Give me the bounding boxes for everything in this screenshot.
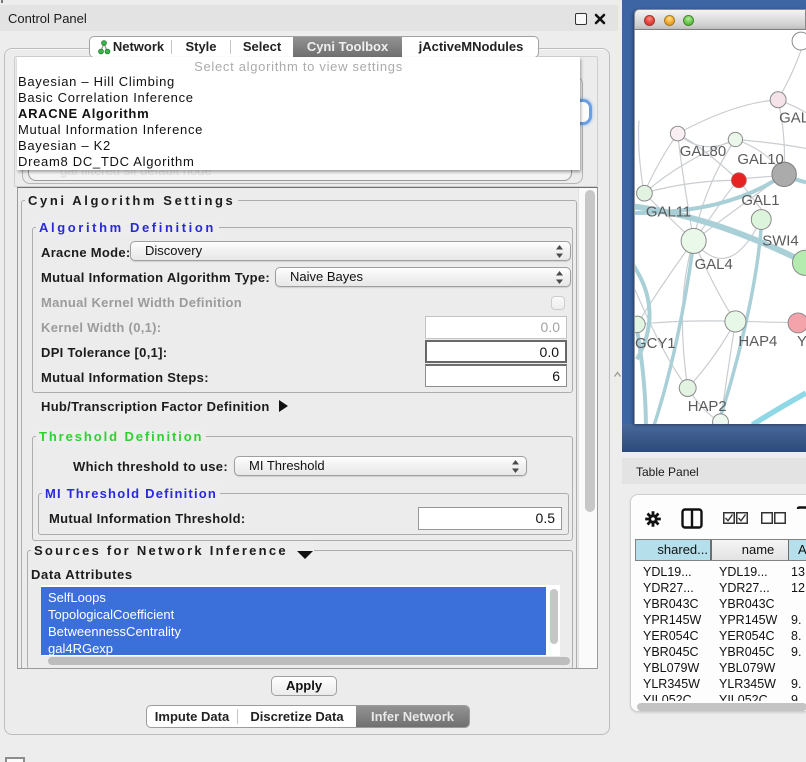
svg-text:GAL80: GAL80 (680, 144, 726, 160)
svg-text:HAP2: HAP2 (688, 399, 727, 415)
svg-text:Y: Y (797, 334, 806, 350)
svg-text:GCY1: GCY1 (635, 336, 676, 352)
svg-text:HAP4: HAP4 (738, 334, 777, 350)
svg-text:GAL1: GAL1 (741, 193, 779, 209)
svg-text:GAL10: GAL10 (737, 152, 783, 168)
svg-text:GAL: GAL (779, 111, 806, 127)
svg-text:SWI4: SWI4 (762, 233, 798, 249)
svg-text:GAL11: GAL11 (646, 205, 691, 221)
svg-text:GAL4: GAL4 (695, 257, 733, 273)
